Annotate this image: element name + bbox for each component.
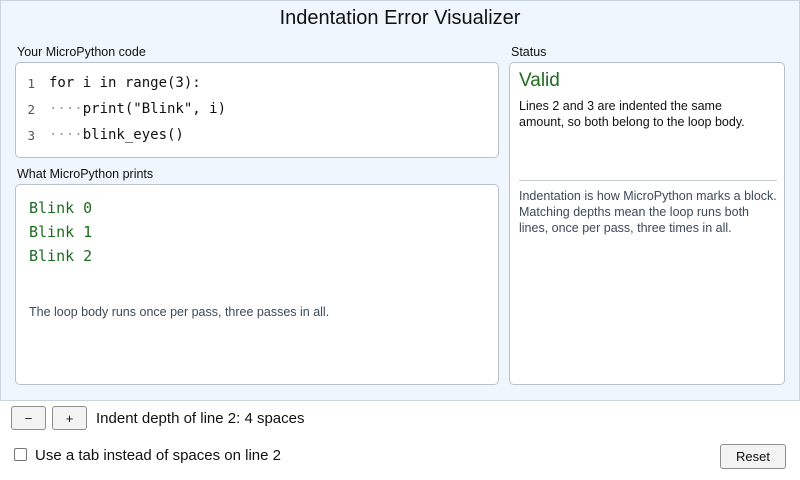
code-text: blink_eyes()	[82, 127, 184, 143]
decrease-indent-button[interactable]: −	[11, 406, 46, 430]
status-divider	[519, 180, 777, 181]
output-line: Blink 1	[29, 223, 93, 241]
code-text: for i in range(3):	[49, 75, 201, 91]
output-line: Blink 0	[29, 199, 93, 217]
output-panel: Blink 0 Blink 1 Blink 2 The loop body ru…	[15, 184, 499, 385]
code-label: Your MicroPython code	[17, 45, 146, 59]
indent-marker: ····	[49, 127, 83, 143]
reset-button[interactable]: Reset	[720, 444, 786, 469]
code-line: 1 for i in range(3):	[16, 70, 498, 96]
output-label: What MicroPython prints	[17, 167, 154, 181]
app-title: Indentation Error Visualizer	[279, 7, 521, 29]
line-number: 3	[27, 127, 35, 143]
use-tab-checkbox-label[interactable]: Use a tab instead of spaces on line 2	[35, 447, 281, 464]
code-line: 3 ···· blink_eyes()	[16, 122, 498, 148]
indent-depth-readout: Indent depth of line 2: 4 spaces	[96, 410, 305, 427]
use-tab-checkbox[interactable]	[14, 448, 27, 461]
status-panel: Valid Lines 2 and 3 are indented the sam…	[509, 62, 785, 385]
status-heading: Valid	[519, 70, 560, 91]
status-message: Lines 2 and 3 are indented the same amou…	[519, 99, 745, 129]
increase-indent-button[interactable]: +	[52, 406, 87, 430]
code-line: 2 ···· print("Blink", i)	[16, 96, 498, 122]
code-text: print("Blink", i)	[82, 101, 227, 117]
line-number: 2	[27, 101, 35, 117]
indent-marker: ····	[49, 101, 83, 117]
line-number: 1	[27, 75, 35, 91]
code-editor[interactable]: 1 for i in range(3): 2 ···· print("Blink…	[15, 62, 499, 158]
status-label: Status	[511, 45, 547, 59]
output-line: Blink 2	[29, 247, 93, 265]
status-explanation: Indentation is how MicroPython marks a b…	[519, 189, 777, 235]
output-note: The loop body runs once per pass, three …	[29, 305, 330, 319]
